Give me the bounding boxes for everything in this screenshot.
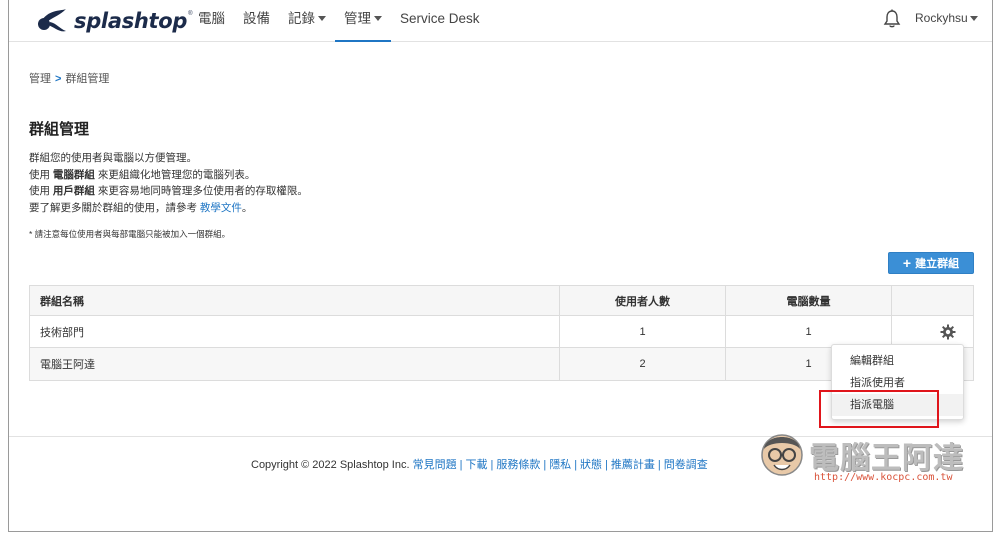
splashtop-logo-icon bbox=[38, 9, 66, 32]
user-count: 1 bbox=[560, 316, 726, 347]
desc-line-3: 使用 用戶群組 來更容易地同時管理多位使用者的存取權限。 bbox=[29, 183, 308, 200]
nav-devices-label: 設備 bbox=[243, 11, 270, 26]
breadcrumb-parent[interactable]: 管理 bbox=[29, 73, 51, 85]
footer-link-referral[interactable]: 推薦計畫 bbox=[611, 459, 655, 471]
footer-separator: | bbox=[459, 459, 463, 471]
kocpc-watermark: 電腦王阿達 http://www.kocpc.com.tw bbox=[754, 425, 979, 490]
copyright: Copyright © 2022 Splashtop Inc. bbox=[251, 459, 410, 471]
highlight-annotation-box bbox=[819, 390, 939, 428]
chevron-down-icon bbox=[318, 15, 326, 21]
nav-computers-label: 電腦 bbox=[198, 11, 225, 26]
footer-link-faq[interactable]: 常見問題 bbox=[413, 459, 457, 471]
tutorial-link[interactable]: 教學文件 bbox=[200, 202, 242, 214]
nav-service-desk-label: Service Desk bbox=[400, 11, 480, 26]
nav-service-desk[interactable]: Service Desk bbox=[391, 0, 489, 42]
footer-link-terms[interactable]: 服務條款 bbox=[496, 459, 540, 471]
row-actions bbox=[892, 316, 973, 347]
nav-computers[interactable]: 電腦 bbox=[189, 0, 234, 42]
page-title: 群組管理 bbox=[29, 121, 90, 138]
header-group-name: 群組名稱 bbox=[30, 286, 560, 315]
nav-management-label: 管理 bbox=[344, 11, 371, 26]
breadcrumb-separator: > bbox=[55, 73, 62, 85]
computer-count: 1 bbox=[726, 316, 892, 347]
group-note: * 請注意每位使用者與每部電腦只能被加入一個群組。 bbox=[29, 229, 231, 239]
footer-separator: | bbox=[543, 459, 547, 471]
watermark-title: 電腦王阿達 bbox=[809, 441, 964, 476]
menu-edit-group[interactable]: 編輯群組 bbox=[832, 350, 963, 372]
desc-4-post: 。 bbox=[241, 201, 253, 214]
mascot-logo-icon bbox=[761, 434, 803, 476]
nav-logs[interactable]: 記錄 bbox=[279, 0, 335, 42]
group-name: 技術部門 bbox=[30, 316, 560, 347]
desc-3-bold: 用戶群組 bbox=[52, 185, 95, 197]
username: Rockyhsu bbox=[915, 11, 968, 25]
desc-line-2: 使用 電腦群組 來更組織化地管理您的電腦列表。 bbox=[29, 167, 308, 184]
group-name: 電腦王阿達 bbox=[30, 348, 560, 380]
chevron-down-icon bbox=[374, 15, 382, 21]
user-menu[interactable]: Rockyhsu bbox=[915, 11, 978, 25]
desc-2-pre: 使用 bbox=[29, 168, 53, 181]
footer-link-status[interactable]: 狀態 bbox=[580, 459, 602, 471]
user-count: 2 bbox=[560, 348, 726, 380]
browser-frame: splashtop ® 電腦 設備 記錄 管理 Service Desk Rock… bbox=[8, 0, 993, 532]
page-description: 群組您的使用者與電腦以方便管理。 使用 電腦群組 來更組織化地管理您的電腦列表。… bbox=[29, 150, 308, 216]
header-computer-count: 電腦數量 bbox=[726, 286, 892, 315]
nav-logs-label: 記錄 bbox=[288, 11, 315, 26]
desc-2-post: 來更組織化地管理您的電腦列表。 bbox=[94, 168, 256, 181]
logo-text: splashtop bbox=[74, 9, 188, 33]
header-actions bbox=[892, 286, 973, 315]
top-navbar: splashtop ® 電腦 設備 記錄 管理 Service Desk Rock… bbox=[9, 0, 992, 42]
nav-devices[interactable]: 設備 bbox=[234, 0, 279, 42]
chevron-down-icon bbox=[969, 16, 978, 22]
splashtop-logo[interactable]: splashtop ® bbox=[36, 5, 193, 37]
breadcrumb: 管理 > 群組管理 bbox=[29, 70, 109, 86]
table-row: 技術部門 1 1 bbox=[30, 316, 973, 348]
create-group-label: 建立群組 bbox=[915, 258, 960, 270]
footer-separator: | bbox=[490, 459, 494, 471]
desc-line-1: 群組您的使用者與電腦以方便管理。 bbox=[29, 152, 197, 164]
footer-link-survey[interactable]: 問卷調查 bbox=[664, 459, 708, 471]
desc-line-4: 要了解更多關於群組的使用，請參考 教學文件。 bbox=[29, 200, 308, 217]
main-nav: 電腦 設備 記錄 管理 Service Desk bbox=[189, 0, 489, 42]
nav-management[interactable]: 管理 bbox=[335, 0, 391, 42]
footer-separator: | bbox=[605, 459, 608, 471]
header-user-count: 使用者人數 bbox=[560, 286, 726, 315]
desc-4-pre: 要了解更多關於群組的使用，請參考 bbox=[29, 201, 200, 214]
watermark-url: http://www.kocpc.com.tw bbox=[814, 472, 953, 483]
desc-3-post: 來更容易地同時管理多位使用者的存取權限。 bbox=[94, 185, 308, 197]
desc-3-pre: 使用 bbox=[29, 185, 53, 197]
breadcrumb-current: 群組管理 bbox=[65, 73, 110, 85]
desc-2-bold: 電腦群組 bbox=[52, 168, 95, 181]
plus-icon: + bbox=[902, 255, 912, 271]
gear-icon[interactable] bbox=[940, 324, 956, 340]
bell-icon[interactable] bbox=[883, 9, 901, 34]
table-header: 群組名稱 使用者人數 電腦數量 bbox=[30, 286, 973, 316]
footer-separator: | bbox=[657, 459, 661, 471]
create-group-button[interactable]: + 建立群組 bbox=[888, 252, 974, 274]
footer: Copyright © 2022 Splashtop Inc. 常見問題 | 下載 |… bbox=[251, 456, 708, 472]
footer-link-download[interactable]: 下載 bbox=[465, 459, 487, 471]
footer-separator: | bbox=[574, 459, 578, 471]
footer-link-privacy[interactable]: 隱私 bbox=[549, 459, 571, 471]
